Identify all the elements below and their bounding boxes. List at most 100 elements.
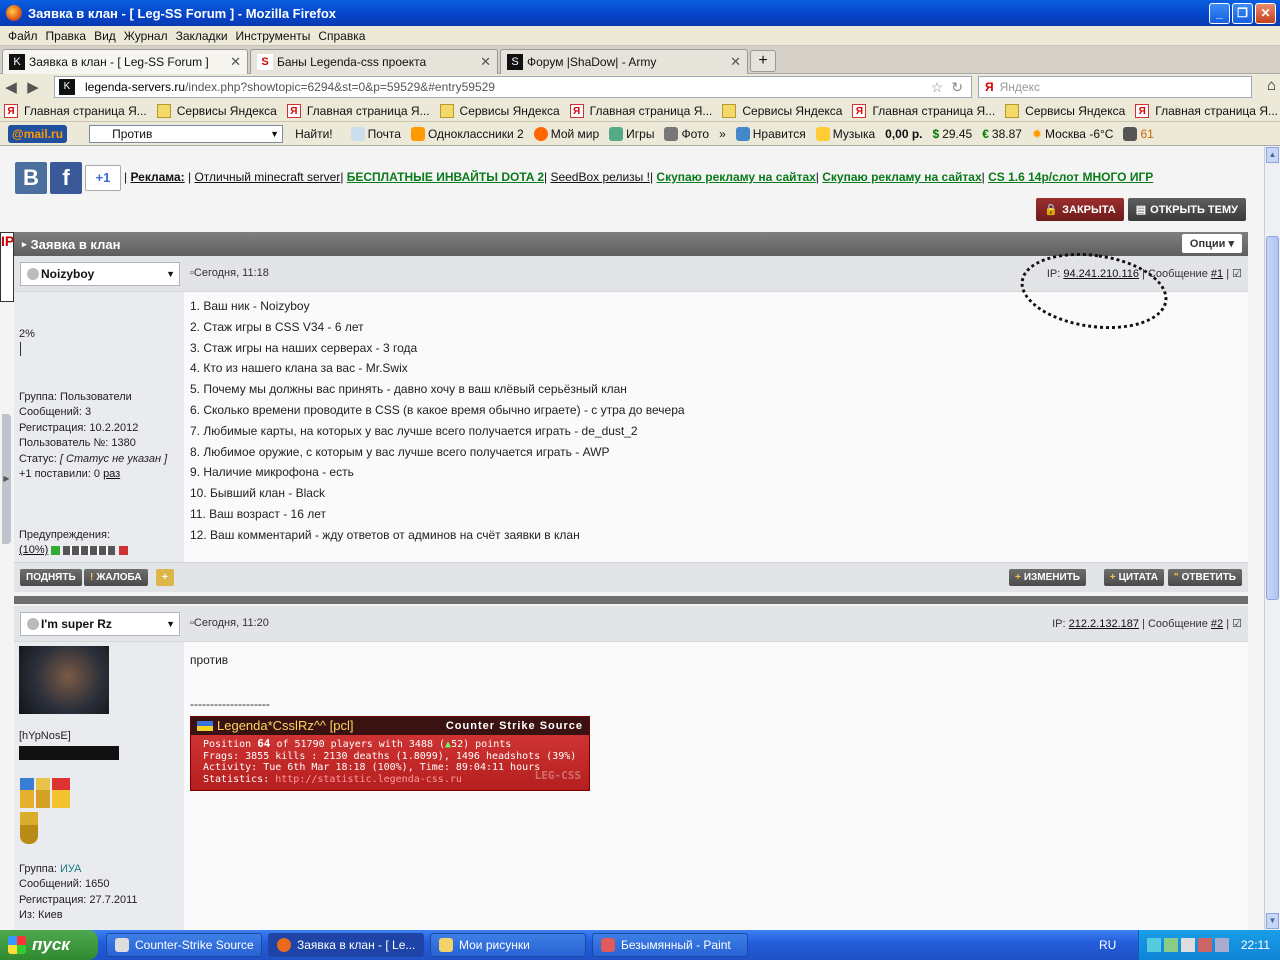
language-indicator[interactable]: RU <box>1099 938 1116 952</box>
edit-button[interactable]: + ИЗМЕНИТЬ <box>1008 569 1086 586</box>
search-input[interactable]: Я Яндекс <box>978 76 1252 98</box>
reload-icon[interactable]: ↻ <box>951 79 963 96</box>
bookmark-item[interactable]: Я Главная страница Я... <box>1135 103 1278 118</box>
scroll-down-icon[interactable]: ▼ <box>1266 913 1279 929</box>
tray-icon[interactable] <box>1147 938 1161 952</box>
post-number-link[interactable]: #2 <box>1211 618 1223 630</box>
medal-icon[interactable] <box>20 778 34 808</box>
facebook-icon[interactable]: f <box>50 162 82 194</box>
add-icon[interactable]: + <box>156 569 174 586</box>
menu-history[interactable]: Журнал <box>124 29 168 43</box>
photo-link[interactable]: Фото <box>664 126 709 141</box>
open-topic-button[interactable]: ▤ ОТКРЫТЬ ТЕМУ <box>1127 198 1246 221</box>
forward-icon[interactable]: ▶ <box>22 78 44 96</box>
task-firefox[interactable]: Заявка в клан - [ Le... <box>268 933 424 957</box>
user-dropdown[interactable]: Noizyboy ▼ <box>20 262 180 286</box>
mailru-logo[interactable]: @mail.ru <box>8 124 68 143</box>
page-scrollbar[interactable]: ▲ ▼ <box>1264 146 1280 930</box>
task-my-pictures[interactable]: Мои рисунки <box>430 933 586 957</box>
medal-icon[interactable] <box>20 812 38 844</box>
maximize-button[interactable]: ❐ <box>1232 3 1253 24</box>
bookmark-item[interactable]: Я Главная страница Я... <box>286 103 430 118</box>
tray-icon[interactable] <box>1181 938 1195 952</box>
scrollbar-thumb[interactable] <box>1266 236 1279 600</box>
report-button[interactable]: ! ЖАЛОБА <box>84 569 148 586</box>
home-icon[interactable]: ⌂ <box>1267 77 1276 94</box>
tab-clan-request[interactable]: K Заявка в клан - [ Leg-SS Forum ] ✕ <box>2 49 248 74</box>
tab-close-icon[interactable]: ✕ <box>230 54 241 70</box>
side-panel-handle[interactable]: ▶ <box>2 414 11 544</box>
new-tab-button[interactable]: + <box>750 50 776 72</box>
bookmark-item[interactable]: Сервисы Яндекса <box>722 103 842 118</box>
bookmark-item[interactable]: Сервисы Яндекса <box>156 103 277 118</box>
gplus-icon[interactable]: +1 <box>85 165 121 191</box>
options-button[interactable]: Опции ▾ <box>1181 234 1242 253</box>
weather[interactable]: ✹ Москва -6°C <box>1032 127 1114 141</box>
up-button[interactable]: ПОДНЯТЬ <box>20 569 82 586</box>
my-world-link[interactable]: Мой мир <box>533 126 599 141</box>
url-bar[interactable]: K legenda-servers.ru/index.php?showtopic… <box>54 76 972 98</box>
odnoklassniki-link[interactable]: Одноклассники 2 <box>410 126 524 141</box>
reply-button[interactable]: ” ОТВЕТИТЬ <box>1167 569 1242 586</box>
menu-help[interactable]: Справка <box>318 29 365 43</box>
url-text[interactable]: legenda-servers.ru/index.php?showtopic=6… <box>85 80 931 94</box>
bookmark-item[interactable]: Я Главная страница Я... <box>852 103 995 118</box>
back-icon[interactable]: ◀ <box>0 78 22 96</box>
find-button[interactable]: Найти! <box>295 127 333 141</box>
minimize-button[interactable]: _ <box>1209 3 1230 24</box>
warn-link[interactable]: (10%) <box>19 544 48 556</box>
post-number-link[interactable]: #1 <box>1211 268 1223 280</box>
bookmark-item[interactable]: Сервисы Яндекса <box>439 103 560 118</box>
chevron-down-icon[interactable]: ▼ <box>270 129 279 139</box>
user-dropdown[interactable]: I'm super Rz ▼ <box>20 612 180 636</box>
minus-icon[interactable] <box>51 545 61 555</box>
tray-icon[interactable] <box>1164 938 1178 952</box>
checkbox-icon[interactable]: ☑ <box>1232 618 1242 630</box>
menu-bookmarks[interactable]: Закладки <box>176 29 228 43</box>
bookmark-item[interactable]: Сервисы Яндекса <box>1005 103 1125 118</box>
menu-view[interactable]: Вид <box>94 29 116 43</box>
tab-bans[interactable]: S Баны Legenda-css проекта ✕ <box>250 49 498 74</box>
task-cs-source[interactable]: Counter-Strike Source <box>106 933 262 957</box>
bookmark-item[interactable]: Я Главная страница Я... <box>4 103 147 118</box>
folder-icon <box>439 938 453 952</box>
medal-icon[interactable] <box>36 778 50 808</box>
mailru-search-input[interactable]: Против ▼ <box>89 124 284 143</box>
mail-link[interactable]: Почта <box>350 126 401 141</box>
more-chevron[interactable]: » <box>719 127 726 141</box>
scroll-up-icon[interactable]: ▲ <box>1266 147 1279 163</box>
start-button[interactable]: пуск <box>0 930 98 960</box>
tray-icon[interactable] <box>1198 938 1212 952</box>
ad-link[interactable]: Скупаю рекламу на сайтах <box>656 170 815 184</box>
ip-link[interactable]: 212.2.132.187 <box>1069 618 1139 630</box>
tray-icon[interactable] <box>1215 938 1229 952</box>
ads-label[interactable]: Реклама: <box>130 170 184 184</box>
task-paint[interactable]: Безымянный - Paint <box>592 933 748 957</box>
menu-edit[interactable]: Правка <box>46 29 87 43</box>
vk-icon[interactable]: B <box>15 162 47 194</box>
plus-link[interactable]: раз <box>103 468 120 480</box>
medal-icon[interactable] <box>52 778 70 808</box>
ad-link[interactable]: CS 1.6 14р/слот МНОГО ИГР <box>988 170 1153 184</box>
topic-closed-button[interactable]: 🔒 ЗАКРЫТА <box>1036 198 1124 221</box>
signature-banner[interactable]: Legenda*CsslRz^^ [pcl] Counter Strike So… <box>190 716 590 791</box>
plus-icon[interactable] <box>118 545 128 555</box>
quote-button[interactable]: + ЦИТАТА <box>1103 569 1164 586</box>
games-link[interactable]: Игры <box>609 126 654 141</box>
menu-tools[interactable]: Инструменты <box>236 29 311 43</box>
ad-link[interactable]: БЕСПЛАТНЫЕ ИНВАЙТЫ DOTA 2 <box>347 170 544 184</box>
ad-link[interactable]: Скупаю рекламу на сайтах <box>822 170 981 184</box>
ad-link[interactable]: Отличный minecraft server <box>194 170 340 184</box>
bookmark-item[interactable]: Я Главная страница Я... <box>569 103 712 118</box>
traffic[interactable]: 61 <box>1123 126 1154 141</box>
tab-close-icon[interactable]: ✕ <box>480 54 491 70</box>
checkbox-icon[interactable]: ☑ <box>1232 268 1242 280</box>
close-button[interactable]: ✕ <box>1255 3 1276 24</box>
bookmark-star-icon[interactable]: ☆ <box>931 79 944 96</box>
ad-link[interactable]: SeedBox релизы ! <box>550 170 650 184</box>
like-link[interactable]: Нравится <box>735 126 806 141</box>
music-link[interactable]: Музыка <box>815 126 875 141</box>
menu-file[interactable]: Файл <box>8 29 38 43</box>
tab-shadow-army[interactable]: S Форум |ShaDow| - Army ✕ <box>500 49 748 74</box>
tab-close-icon[interactable]: ✕ <box>730 54 741 70</box>
